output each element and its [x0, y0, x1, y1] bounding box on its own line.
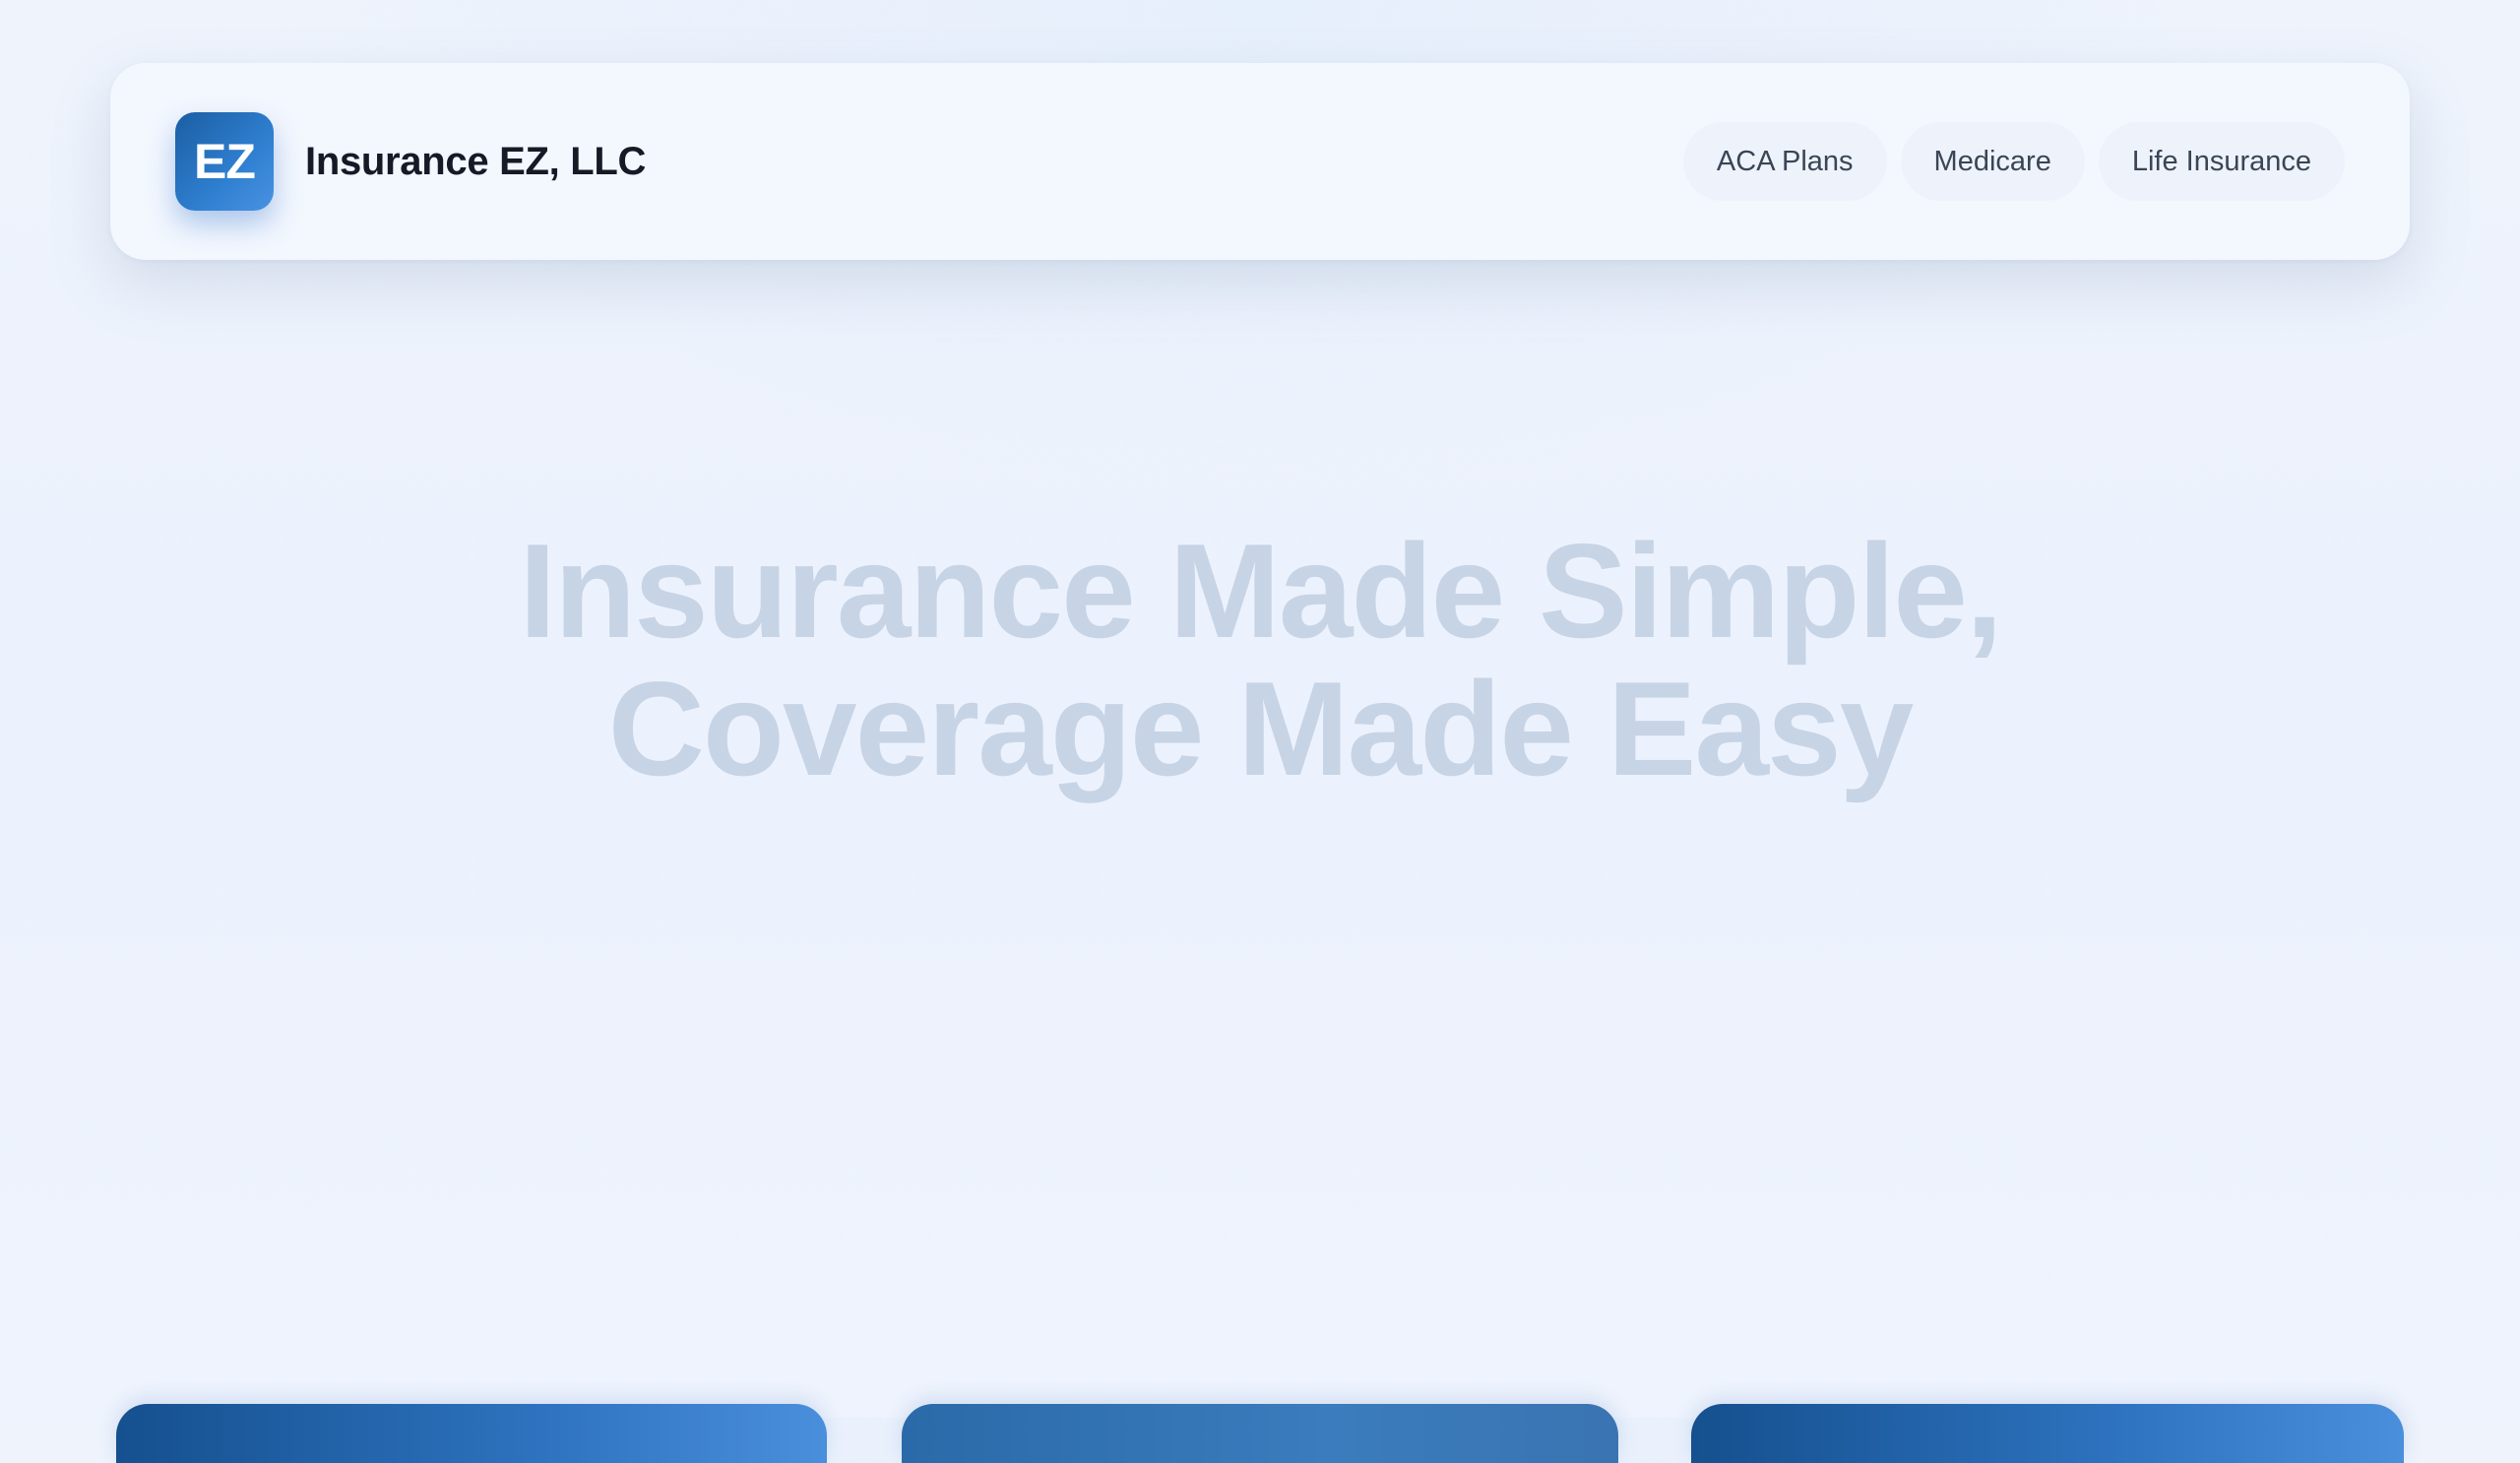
nav-item-life-insurance[interactable]: Life Insurance	[2098, 122, 2345, 201]
hero-title-line-1: Insurance Made Simple,	[519, 516, 2002, 666]
hero-section: Insurance Made Simple, Coverage Made Eas…	[0, 522, 2520, 797]
brand-name[interactable]: Insurance EZ, LLC	[305, 140, 646, 184]
main-nav: ACA Plans Medicare Life Insurance	[1670, 122, 2345, 201]
logo-badge[interactable]: EZ	[175, 112, 274, 211]
nav-item-medicare[interactable]: Medicare	[1900, 122, 2085, 201]
product-card-1[interactable]	[116, 1404, 827, 1463]
hero-title: Insurance Made Simple, Coverage Made Eas…	[0, 522, 2520, 797]
product-cards	[0, 1404, 2520, 1463]
hero-title-line-2: Coverage Made Easy	[607, 654, 1915, 803]
product-card-3[interactable]	[1691, 1404, 2404, 1463]
brand[interactable]: EZ Insurance EZ, LLC	[175, 112, 646, 211]
nav-item-aca-plans[interactable]: ACA Plans	[1682, 122, 1887, 201]
site-header: EZ Insurance EZ, LLC ACA Plans Medicare …	[110, 63, 2410, 260]
product-card-2[interactable]	[902, 1404, 1618, 1463]
logo-text: EZ	[194, 134, 256, 189]
